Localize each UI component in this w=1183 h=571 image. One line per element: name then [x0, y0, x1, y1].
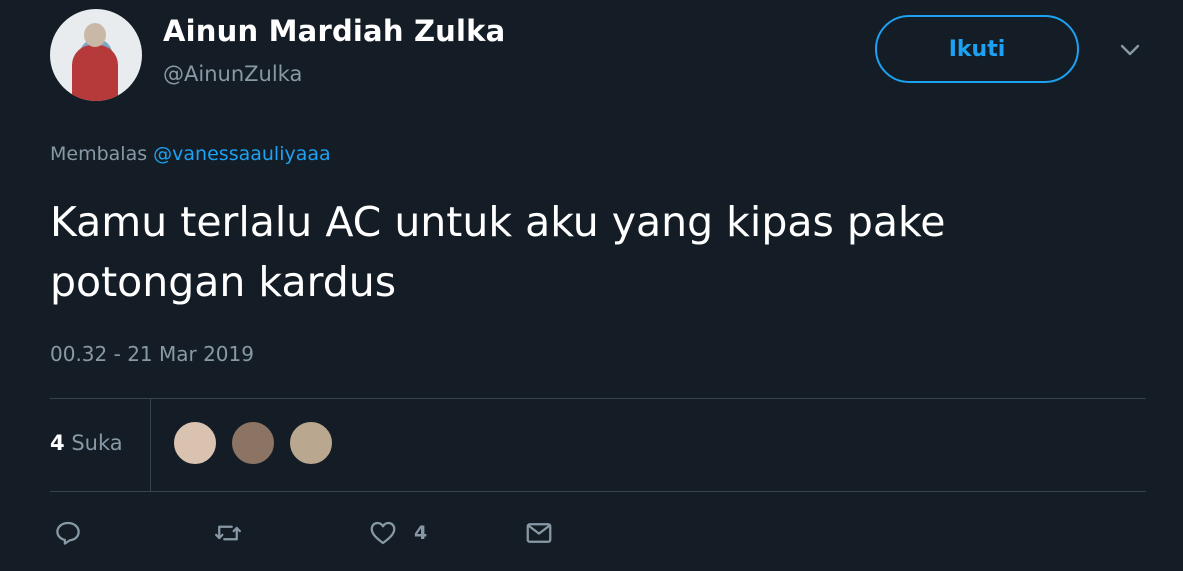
- divider: [50, 398, 1146, 399]
- tweet-text: Kamu terlalu AC untuk aku yang kipas pak…: [50, 198, 946, 306]
- reply-button[interactable]: [53, 518, 83, 548]
- author-avatar[interactable]: [50, 9, 142, 101]
- retweet-button[interactable]: [213, 518, 243, 548]
- envelope-icon: [526, 523, 552, 543]
- reply-context-prefix: Membalas: [50, 143, 148, 165]
- reply-mention-link[interactable]: @vanessaauliyaaa: [153, 143, 330, 165]
- likes-label: Suka: [71, 431, 123, 455]
- reply-icon: [56, 521, 80, 545]
- liker-avatar[interactable]: [172, 420, 218, 466]
- author-handle[interactable]: @AinunZulka: [163, 62, 302, 86]
- likes-stat[interactable]: 4 Suka: [50, 431, 123, 455]
- liker-avatar[interactable]: [288, 420, 334, 466]
- chevron-down-icon[interactable]: [1118, 38, 1142, 62]
- like-count: 4: [414, 522, 428, 544]
- likes-count: 4: [50, 431, 65, 455]
- author-display-name[interactable]: Ainun Mardiah Zulka: [163, 14, 505, 48]
- tweet-timestamp[interactable]: 00.32 - 21 Mar 2019: [50, 342, 254, 366]
- stats-divider: [150, 398, 151, 491]
- divider: [50, 491, 1146, 492]
- like-button[interactable]: 4: [368, 518, 427, 548]
- follow-button[interactable]: Ikuti: [875, 15, 1079, 83]
- retweet-icon: [215, 525, 241, 541]
- liker-avatar[interactable]: [230, 420, 276, 466]
- reply-context: Membalas @vanessaauliyaaa: [50, 143, 331, 165]
- heart-icon: [370, 521, 396, 545]
- direct-message-button[interactable]: [524, 518, 554, 548]
